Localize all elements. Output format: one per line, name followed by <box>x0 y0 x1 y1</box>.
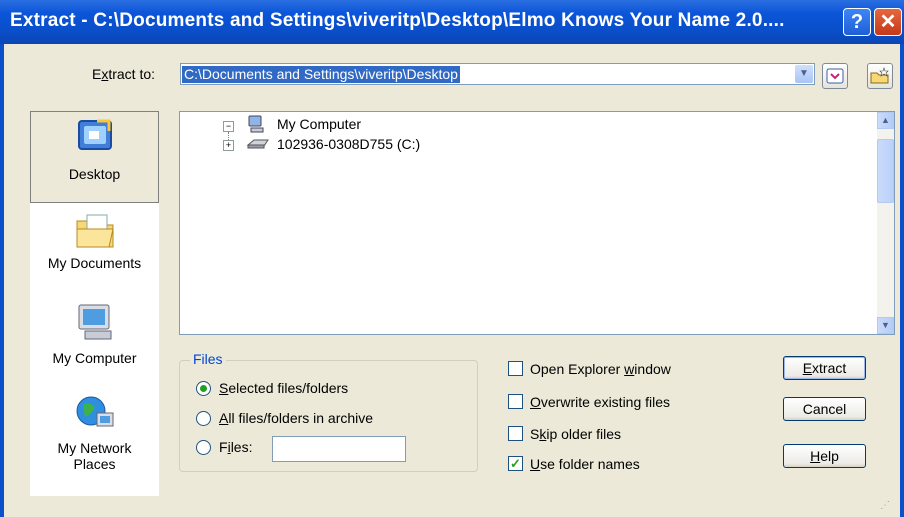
checkbox-open-explorer[interactable] <box>508 361 523 376</box>
expand-icon[interactable]: + <box>223 140 234 151</box>
checkbox-open-explorer-label[interactable]: Open Explorer window <box>530 361 671 377</box>
scroll-down-icon[interactable]: ▼ <box>877 317 894 334</box>
places-bar: Desktop My Documents My Computer My Netw… <box>30 111 159 496</box>
radio-selected-files[interactable] <box>196 381 211 396</box>
radio-selected-files-label[interactable]: Selected files/folders <box>219 380 348 396</box>
title-bar[interactable]: Extract - C:\Documents and Settings\vive… <box>0 0 904 44</box>
radio-dot-icon <box>200 385 207 392</box>
folder-tree[interactable]: − My Computer + 102936-0308D755 (C:) ▲ ▼ <box>179 111 895 335</box>
resize-grip-icon[interactable]: ⋰ <box>880 500 894 514</box>
scroll-up-icon[interactable]: ▲ <box>877 112 894 129</box>
extract-to-combobox[interactable]: C:\Documents and Settings\viveritp\Deskt… <box>180 63 815 85</box>
my-documents-icon <box>76 214 114 248</box>
drive-icon <box>246 139 269 149</box>
collapse-icon[interactable]: − <box>223 121 234 132</box>
checkbox-use-folder-names[interactable]: ✓ <box>508 456 523 471</box>
extract-to-value[interactable]: C:\Documents and Settings\viveritp\Deskt… <box>182 66 460 83</box>
place-my-documents[interactable]: My Documents <box>30 211 159 293</box>
window-frame-right <box>900 44 904 517</box>
browse-back-button[interactable] <box>822 63 848 89</box>
close-button[interactable]: ✕ <box>874 8 902 36</box>
scroll-thumb[interactable] <box>877 139 894 203</box>
window-frame-left <box>0 44 4 517</box>
place-network-label-line2: Places <box>73 456 116 472</box>
radio-files[interactable] <box>196 440 211 455</box>
checkbox-skip-older-label[interactable]: Skip older files <box>530 426 621 442</box>
cancel-button[interactable]: Cancel <box>783 397 866 421</box>
dropdown-arrow-icon[interactable]: ▼ <box>795 65 813 83</box>
place-network-label-line1: My Network <box>57 440 132 456</box>
radio-all-files[interactable] <box>196 411 211 426</box>
radio-files-label[interactable]: Files: <box>219 439 252 455</box>
files-mask-input[interactable] <box>272 436 406 462</box>
window-title: Extract - C:\Documents and Settings\vive… <box>10 10 785 31</box>
extract-button[interactable]: Extract <box>783 356 866 380</box>
tree-vertical-scrollbar[interactable]: ▲ ▼ <box>877 112 894 334</box>
checkbox-overwrite-existing[interactable] <box>508 394 523 409</box>
new-folder-icon <box>870 67 889 84</box>
checkmark-icon: ✓ <box>510 456 521 471</box>
place-my-computer-label: My Computer <box>52 350 137 366</box>
new-folder-button[interactable] <box>867 63 893 89</box>
checkbox-overwrite-existing-label[interactable]: Overwrite existing files <box>530 394 670 410</box>
checkbox-use-folder-names-label[interactable]: Use folder names <box>530 456 640 472</box>
place-desktop-label: Desktop <box>68 166 121 182</box>
my-computer-icon <box>78 304 111 340</box>
place-my-documents-label: My Documents <box>47 255 142 271</box>
tree-item-drive-c[interactable]: 102936-0308D755 (C:) <box>277 136 420 152</box>
checkbox-skip-older[interactable] <box>508 426 523 441</box>
place-my-computer[interactable]: My Computer <box>30 301 159 381</box>
files-group-title: Files <box>190 351 226 367</box>
place-my-network-places[interactable]: My Network Places <box>30 391 159 491</box>
place-desktop[interactable]: Desktop <box>30 111 159 203</box>
help-button[interactable]: Help <box>783 444 866 468</box>
radio-all-files-label[interactable]: All files/folders in archive <box>219 410 373 426</box>
computer-icon <box>248 115 264 133</box>
network-places-icon <box>76 396 113 427</box>
desktop-icon <box>77 119 112 150</box>
extract-to-label: Extract to: <box>92 66 156 82</box>
help-title-button[interactable]: ? <box>843 8 871 36</box>
tree-item-my-computer[interactable]: My Computer <box>277 116 361 132</box>
folder-arrow-icon <box>826 68 844 84</box>
